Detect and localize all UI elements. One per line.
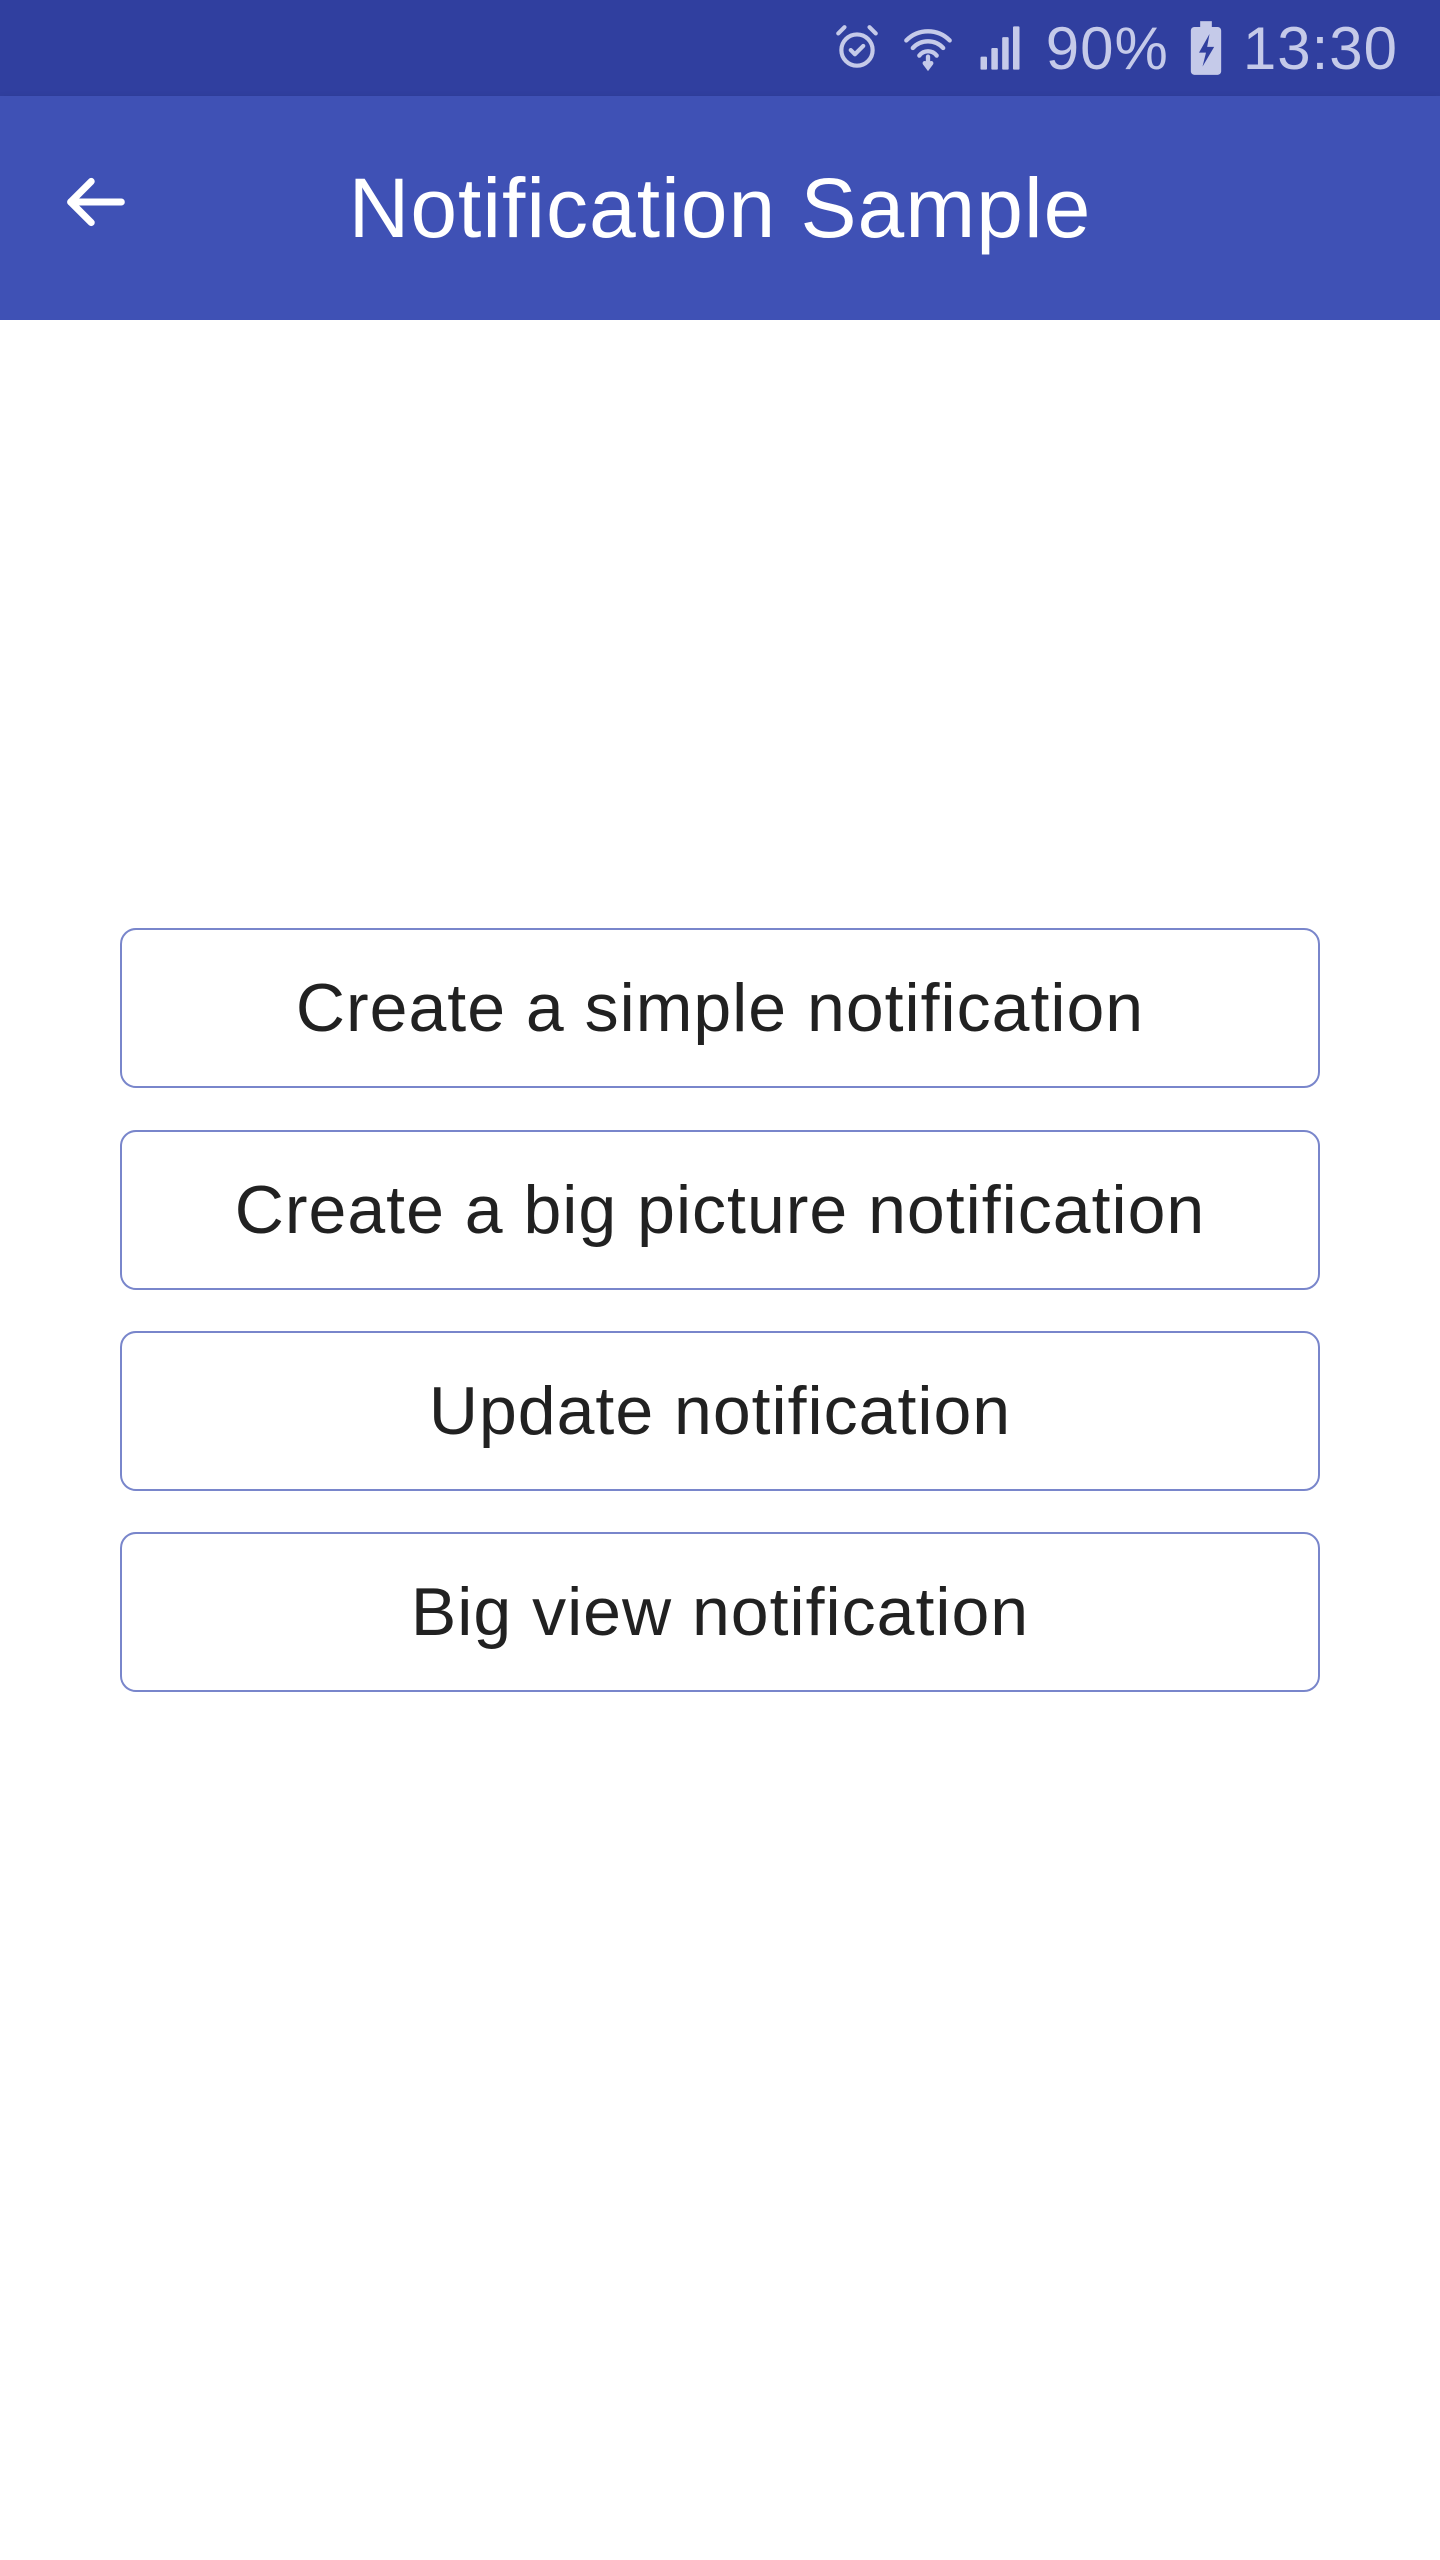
signal-icon: [974, 22, 1026, 74]
page-title: Notification Sample: [348, 161, 1092, 255]
create-simple-notification-button[interactable]: Create a simple notification: [120, 928, 1320, 1088]
battery-charging-icon: [1189, 20, 1223, 76]
big-view-notification-button[interactable]: Big view notification: [120, 1532, 1320, 1692]
wifi-icon: [902, 22, 954, 74]
battery-percent: 90%: [1045, 14, 1169, 82]
app-bar: Notification Sample: [0, 96, 1440, 320]
status-bar: 90% 13:30: [0, 0, 1440, 96]
clock: 13:30: [1242, 14, 1398, 82]
update-notification-button[interactable]: Update notification: [120, 1331, 1320, 1491]
create-big-picture-notification-button[interactable]: Create a big picture notification: [120, 1130, 1320, 1290]
status-icons: 90% 13:30: [832, 0, 1398, 96]
alarm-icon: [832, 23, 882, 73]
